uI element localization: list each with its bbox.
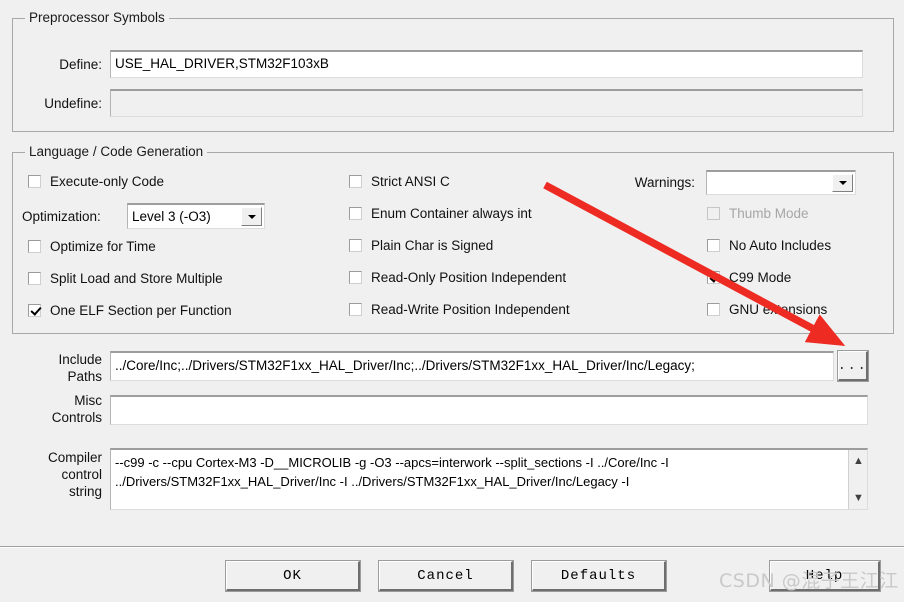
checkbox-box	[349, 239, 362, 252]
compiler-control-string-line-1: --c99 -c --cpu Cortex-M3 -D__MICROLIB -g…	[115, 455, 669, 470]
checkbox-box	[349, 207, 362, 220]
checkbox-read-write-position-independent[interactable]: Read-Write Position Independent	[349, 302, 570, 317]
checkbox-label: Strict ANSI C	[371, 174, 450, 189]
cancel-button[interactable]: Cancel	[378, 560, 514, 592]
compiler-control-string-scrollbar[interactable]: ▲ ▼	[848, 450, 867, 509]
chevron-down-icon[interactable]	[832, 174, 853, 192]
checkbox-box	[707, 207, 720, 220]
misc-controls-label: Misc Controls	[8, 392, 102, 426]
checkbox-no-auto-includes[interactable]: No Auto Includes	[707, 238, 831, 253]
include-paths-input[interactable]: ../Core/Inc;../Drivers/STM32F1xx_HAL_Dri…	[110, 351, 834, 381]
undefine-label: Undefine:	[44, 96, 102, 111]
checkbox-label: Plain Char is Signed	[371, 238, 494, 253]
checkbox-thumb-mode: Thumb Mode	[707, 206, 809, 221]
language-code-generation-legend: Language / Code Generation	[25, 144, 208, 159]
define-input[interactable]: USE_HAL_DRIVER,STM32F103xB	[110, 50, 863, 78]
optimization-value: Level 3 (-O3)	[132, 209, 211, 224]
checkbox-label: Read-Only Position Independent	[371, 270, 567, 285]
compiler-control-string-label: Compiler control string	[8, 449, 102, 500]
checkbox-box	[28, 240, 41, 253]
misc-controls-input[interactable]	[110, 395, 868, 425]
checkbox-plain-char-is-signed[interactable]: Plain Char is Signed	[349, 238, 493, 253]
include-paths-label-line1: Include	[58, 352, 102, 367]
checkbox-read-only-position-independent[interactable]: Read-Only Position Independent	[349, 270, 566, 285]
chevron-down-icon[interactable]	[241, 207, 262, 226]
checkbox-label: Split Load and Store Multiple	[50, 271, 223, 286]
checkbox-box	[28, 272, 41, 285]
define-label: Define:	[59, 57, 102, 72]
optimization-label: Optimization:	[22, 209, 101, 224]
checkbox-box	[349, 175, 362, 188]
undefine-input[interactable]	[110, 89, 863, 117]
compiler-control-string-label-line2: control	[61, 467, 102, 482]
csdn-watermark: CSDN @混子王江江	[719, 570, 899, 592]
checkbox-c99-mode[interactable]: C99 Mode	[707, 270, 791, 285]
warnings-combobox[interactable]	[706, 170, 856, 195]
checkbox-strict-ansi-c[interactable]: Strict ANSI C	[349, 174, 450, 189]
checkbox-label: Thumb Mode	[729, 206, 809, 221]
misc-controls-label-line1: Misc	[74, 393, 102, 408]
compiler-control-string-line-2: ../Drivers/STM32F1xx_HAL_Driver/Inc -I .…	[115, 474, 630, 489]
checkbox-box	[707, 271, 720, 284]
optimization-combobox[interactable]: Level 3 (-O3)	[127, 203, 265, 229]
checkbox-label: Read-Write Position Independent	[371, 302, 570, 317]
checkbox-box	[28, 304, 41, 317]
checkbox-label: GNU extensions	[729, 302, 828, 317]
ok-button[interactable]: OK	[225, 560, 361, 592]
checkbox-box	[349, 271, 362, 284]
checkbox-label: One ELF Section per Function	[50, 303, 232, 318]
checkbox-label: C99 Mode	[729, 270, 792, 285]
compiler-control-string-textarea[interactable]: --c99 -c --cpu Cortex-M3 -D__MICROLIB -g…	[110, 448, 868, 510]
compiler-options-dialog: Preprocessor Symbols Define: USE_HAL_DRI…	[0, 0, 904, 602]
checkbox-box	[349, 303, 362, 316]
chevron-up-icon[interactable]: ▲	[849, 452, 867, 470]
checkbox-enum-container-always-int[interactable]: Enum Container always int	[349, 206, 532, 221]
checkbox-box	[28, 175, 41, 188]
checkbox-label: Execute-only Code	[50, 174, 165, 189]
checkbox-optimize-for-time[interactable]: Optimize for Time	[28, 239, 156, 254]
checkbox-label: No Auto Includes	[729, 238, 832, 253]
checkbox-label: Optimize for Time	[50, 239, 156, 254]
include-paths-browse-button[interactable]: ...	[837, 350, 869, 382]
checkbox-gnu-extensions[interactable]: GNU extensions	[707, 302, 827, 317]
chevron-down-icon[interactable]: ▼	[849, 489, 867, 507]
include-paths-label-line2: Paths	[67, 369, 102, 384]
compiler-control-string-label-line1: Compiler	[47, 450, 102, 465]
button-bar-separator	[0, 546, 904, 548]
misc-controls-label-line2: Controls	[51, 410, 102, 425]
compiler-control-string-label-line3: string	[68, 484, 102, 499]
warnings-label: Warnings:	[634, 175, 695, 190]
include-paths-label: Include Paths	[18, 351, 102, 385]
checkbox-one-elf-section-per-function[interactable]: One ELF Section per Function	[28, 303, 232, 318]
checkbox-label: Enum Container always int	[371, 206, 532, 221]
defaults-button[interactable]: Defaults	[531, 560, 667, 592]
checkbox-box	[707, 303, 720, 316]
checkbox-box	[707, 239, 720, 252]
checkbox-execute-only-code[interactable]: Execute-only Code	[28, 174, 164, 189]
ellipsis-icon: ...	[837, 357, 868, 374]
checkbox-split-load-and-store-multiple[interactable]: Split Load and Store Multiple	[28, 271, 223, 286]
preprocessor-symbols-legend: Preprocessor Symbols	[25, 10, 169, 25]
